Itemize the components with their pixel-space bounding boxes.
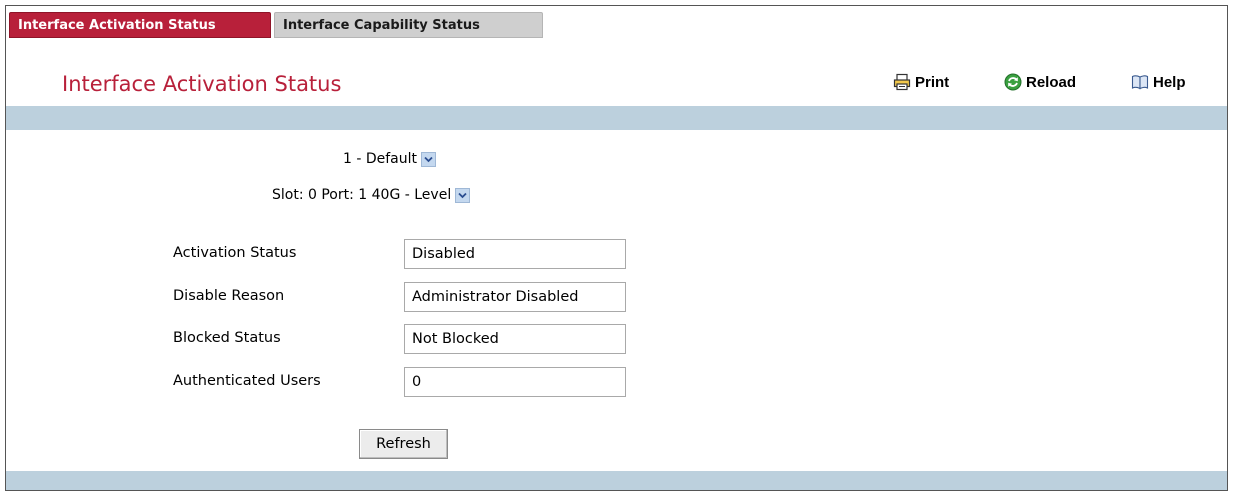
chevron-down-icon[interactable] xyxy=(455,187,471,203)
activation-status-field: Disabled xyxy=(404,239,626,269)
reload-label: Reload xyxy=(1026,73,1077,91)
authenticated-users-field: 0 xyxy=(404,367,626,397)
content-frame: Interface Activation Status Interface Ca… xyxy=(5,5,1228,491)
disable-reason-field: Administrator Disabled xyxy=(404,282,626,312)
vlan-select-value: 1 - Default xyxy=(343,151,418,167)
reload-button[interactable]: Reload xyxy=(1004,73,1076,91)
blocked-status-label: Blocked Status xyxy=(173,330,281,346)
reload-icon xyxy=(1004,73,1022,91)
port-select-value: Slot: 0 Port: 1 40G - Level xyxy=(272,187,452,203)
tab-interface-activation-status[interactable]: Interface Activation Status xyxy=(9,12,271,38)
help-button[interactable]: Help xyxy=(1131,73,1186,91)
printer-icon xyxy=(893,73,911,91)
activation-status-label: Activation Status xyxy=(173,245,297,261)
refresh-button[interactable]: Refresh xyxy=(359,429,448,459)
header-divider-band xyxy=(6,106,1227,130)
vlan-select[interactable]: 1 - Default xyxy=(343,151,437,167)
help-book-icon xyxy=(1131,73,1149,91)
page-title: Interface Activation Status xyxy=(62,72,342,96)
disable-reason-label: Disable Reason xyxy=(173,288,285,304)
tab-interface-capability-status[interactable]: Interface Capability Status xyxy=(274,12,543,38)
chevron-down-icon[interactable] xyxy=(421,151,437,167)
authenticated-users-label: Authenticated Users xyxy=(173,373,321,389)
footer-band xyxy=(6,471,1227,490)
help-label: Help xyxy=(1153,73,1186,91)
blocked-status-field: Not Blocked xyxy=(404,324,626,354)
port-select[interactable]: Slot: 0 Port: 1 40G - Level xyxy=(272,187,471,203)
print-button[interactable]: Print xyxy=(893,73,949,91)
print-label: Print xyxy=(915,73,950,91)
